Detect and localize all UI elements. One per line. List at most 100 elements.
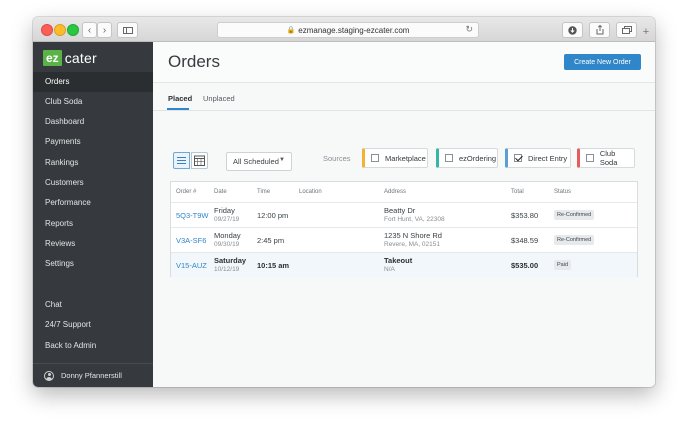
table-row[interactable]: V15-AUZ Saturday 10/12/19 10:15 am Takeo… xyxy=(171,252,637,278)
order-date: 09/27/19 xyxy=(214,216,240,223)
sidebar-item-orders[interactable]: Orders xyxy=(33,72,153,92)
lock-icon: 🔒 xyxy=(286,27,296,34)
schedule-filter-value: All Scheduled xyxy=(233,157,279,166)
tabs-divider xyxy=(153,110,655,111)
browser-window: ‹ › 🔒 ezmanage.staging-ezcater.com ↻ + e… xyxy=(33,17,655,387)
sidebar-item-reviews[interactable]: Reviews xyxy=(33,234,153,254)
source-label: ezOrdering xyxy=(459,153,497,163)
order-time: 2:45 pm xyxy=(257,236,285,245)
sidebar-item-rankings[interactable]: Rankings xyxy=(33,153,153,173)
sidebar-item-customers[interactable]: Customers xyxy=(33,173,153,193)
column-header-status[interactable]: Status xyxy=(554,189,571,195)
source-filter-direct-entry[interactable]: Direct Entry xyxy=(505,148,571,168)
source-label: Marketplace xyxy=(385,153,426,163)
address-bar[interactable]: 🔒 ezmanage.staging-ezcater.com ↻ xyxy=(217,22,479,38)
order-total: $348.59 xyxy=(511,236,539,245)
zoom-window-button[interactable] xyxy=(67,24,79,36)
status-badge: Re-Confirmed xyxy=(554,210,595,220)
column-header-address[interactable]: Address xyxy=(384,189,406,195)
order-day: Friday xyxy=(214,206,235,215)
sidebar-item-club-soda[interactable]: Club Soda xyxy=(33,92,153,112)
sidebar-item-payments[interactable]: Payments xyxy=(33,132,153,152)
order-date: 10/12/19 xyxy=(214,266,240,273)
sidebar-item-support[interactable]: 24/7 Support xyxy=(33,315,153,335)
sidebar-item-reports[interactable]: Reports xyxy=(33,214,153,234)
url-text: ezmanage.staging-ezcater.com xyxy=(298,25,410,35)
create-new-order-button[interactable]: Create New Order xyxy=(564,54,641,70)
page-title: Orders xyxy=(168,52,220,71)
address-line2: Revere, MA, 02151 xyxy=(384,241,441,248)
address-line2: N/A xyxy=(384,266,395,273)
table-row[interactable]: V3A-SF6 Monday 09/30/19 2:45 pm 1235 N S… xyxy=(171,227,637,253)
sidebar-icon xyxy=(122,26,133,34)
direct-entry-checkbox[interactable] xyxy=(514,154,522,162)
order-time: 10:15 am xyxy=(257,261,290,270)
column-header-time[interactable]: Time xyxy=(257,189,270,195)
browser-toolbar: ‹ › 🔒 ezmanage.staging-ezcater.com ↻ + xyxy=(33,17,655,42)
source-label: Club Soda xyxy=(599,149,618,167)
source-label: Direct Entry xyxy=(528,153,568,163)
calendar-icon xyxy=(194,155,205,166)
new-tab-button[interactable]: + xyxy=(639,25,653,39)
sidebar-toggle-button[interactable] xyxy=(117,22,138,38)
order-total: $353.80 xyxy=(511,211,539,220)
address-line1: 1235 N Shore Rd xyxy=(384,231,442,240)
status-badge: Re-Confirmed xyxy=(554,235,595,245)
list-view-button[interactable] xyxy=(173,152,190,169)
order-day: Saturday xyxy=(214,256,247,265)
main-content: Orders Create New Order Placed Unplaced xyxy=(153,42,655,387)
order-number-link[interactable]: 5Q3-T9W xyxy=(176,211,209,220)
downloads-button[interactable] xyxy=(562,22,583,38)
column-header-total[interactable]: Total xyxy=(511,189,524,195)
order-date: 09/30/19 xyxy=(214,241,240,248)
page-header: Orders Create New Order xyxy=(153,42,655,83)
tabs-icon xyxy=(621,26,632,34)
orders-table: Order # Date Time Location Address Total… xyxy=(170,181,638,278)
order-number-link[interactable]: V3A-SF6 xyxy=(176,236,206,245)
chevron-right-icon: › xyxy=(102,24,107,36)
share-button[interactable] xyxy=(589,22,610,38)
tab-unplaced[interactable]: Unplaced xyxy=(203,94,235,103)
sources-label: Sources xyxy=(323,154,351,163)
order-day: Monday xyxy=(214,231,241,240)
forward-button[interactable]: › xyxy=(97,22,112,38)
source-filter-marketplace[interactable]: Marketplace xyxy=(362,148,428,168)
club-soda-checkbox[interactable] xyxy=(586,154,594,162)
order-number-link[interactable]: V15-AUZ xyxy=(176,261,207,270)
ezordering-checkbox[interactable] xyxy=(445,154,453,162)
calendar-view-button[interactable] xyxy=(191,152,208,169)
sidebar-item-chat[interactable]: Chat xyxy=(33,295,153,315)
list-icon xyxy=(177,157,186,164)
schedule-filter-select[interactable]: All Scheduled ▼ xyxy=(226,152,292,171)
reload-icon[interactable]: ↻ xyxy=(465,24,473,35)
chevron-left-icon: ‹ xyxy=(87,24,92,36)
caret-down-icon: ▼ xyxy=(279,157,285,163)
order-time: 12:00 pm xyxy=(257,211,289,220)
address-line2: Fort Hunt, VA, 22308 xyxy=(384,216,445,223)
sidebar-item-settings[interactable]: Settings xyxy=(33,254,153,274)
sidebar-item-performance[interactable]: Performance xyxy=(33,193,153,213)
close-window-button[interactable] xyxy=(41,24,53,36)
column-header-order[interactable]: Order # xyxy=(176,189,196,195)
sidebar: ez cater Orders Club Soda Dashboard Paym… xyxy=(33,42,153,387)
table-row[interactable]: 5Q3-T9W Friday 09/27/19 12:00 pm Beatty … xyxy=(171,202,637,228)
share-icon xyxy=(596,25,603,35)
column-header-date[interactable]: Date xyxy=(214,189,227,195)
user-avatar-icon xyxy=(44,370,54,381)
source-filter-club-soda[interactable]: Club Soda xyxy=(577,148,635,168)
back-button[interactable]: ‹ xyxy=(82,22,97,38)
ezcater-logo[interactable]: ez cater xyxy=(43,50,97,66)
user-menu[interactable]: Donny Pfannerstill xyxy=(33,363,153,387)
address-line1: Beatty Dr xyxy=(384,206,416,215)
minimize-window-button[interactable] xyxy=(54,24,66,36)
sidebar-item-dashboard[interactable]: Dashboard xyxy=(33,112,153,132)
sidebar-item-back-to-admin[interactable]: Back to Admin xyxy=(33,336,153,356)
download-icon xyxy=(568,25,577,35)
column-header-location[interactable]: Location xyxy=(299,189,322,195)
order-total: $535.00 xyxy=(511,261,539,270)
marketplace-checkbox[interactable] xyxy=(371,154,379,162)
tabs-overview-button[interactable] xyxy=(616,22,637,38)
status-badge: Paid xyxy=(554,260,572,270)
tab-placed[interactable]: Placed xyxy=(168,94,192,103)
source-filter-ezordering[interactable]: ezOrdering xyxy=(436,148,498,168)
